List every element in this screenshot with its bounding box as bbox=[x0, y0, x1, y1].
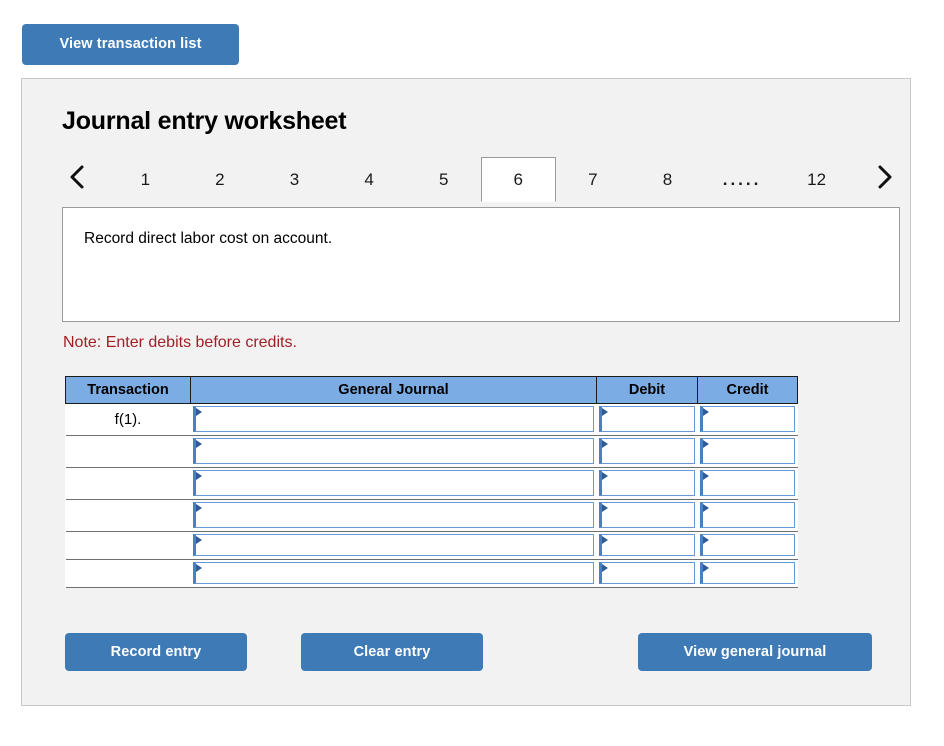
debit-input-cell bbox=[596, 531, 698, 560]
table-row bbox=[65, 531, 798, 560]
cell-wrapper bbox=[698, 560, 798, 587]
general-journal-input-cell bbox=[190, 499, 597, 532]
general-journal-input-cell bbox=[190, 467, 597, 500]
chevron-left-icon[interactable] bbox=[62, 161, 92, 193]
table-row bbox=[65, 559, 798, 588]
cell-wrapper bbox=[698, 532, 798, 559]
transaction-ref-cell bbox=[65, 435, 191, 468]
cell-wrapper bbox=[597, 436, 698, 467]
tab-3[interactable]: 3 bbox=[257, 157, 332, 202]
cell-wrapper bbox=[191, 560, 597, 587]
table-header-row: Transaction General Journal Debit Credit bbox=[65, 376, 798, 404]
debit-input[interactable] bbox=[598, 406, 695, 432]
cell-wrapper bbox=[597, 500, 698, 531]
credit-input-cell bbox=[697, 467, 798, 500]
debit-input-cell bbox=[596, 467, 698, 500]
credit-input[interactable] bbox=[699, 502, 795, 528]
tab-12[interactable]: 12 bbox=[779, 157, 854, 202]
tab-ellipsis: ..... bbox=[722, 170, 762, 189]
debit-input-cell bbox=[596, 403, 698, 436]
cell-wrapper bbox=[597, 468, 698, 499]
general-journal-input-cell bbox=[190, 403, 597, 436]
tab-5[interactable]: 5 bbox=[406, 157, 481, 202]
transaction-description-box: Record direct labor cost on account. bbox=[62, 207, 900, 322]
table-row bbox=[65, 467, 798, 500]
journal-entry-table: Transaction General Journal Debit Credit… bbox=[65, 376, 798, 588]
credit-input[interactable] bbox=[699, 406, 795, 432]
cell-wrapper bbox=[191, 500, 597, 531]
table-row: f(1). bbox=[65, 403, 798, 436]
cell-wrapper bbox=[191, 468, 597, 499]
debit-input-cell bbox=[596, 499, 698, 532]
transaction-description-text: Record direct labor cost on account. bbox=[84, 230, 333, 247]
debit-input-cell bbox=[596, 559, 698, 588]
cell-wrapper bbox=[597, 560, 698, 587]
general-journal-input[interactable] bbox=[192, 562, 594, 584]
cell-wrapper bbox=[191, 532, 597, 559]
clear-entry-button[interactable]: Clear entry bbox=[301, 633, 483, 671]
column-header-general-journal: General Journal bbox=[190, 376, 597, 404]
chevron-right-icon[interactable] bbox=[870, 161, 900, 193]
general-journal-input-cell bbox=[190, 435, 597, 468]
transaction-ref-cell bbox=[65, 467, 191, 500]
credit-input-cell bbox=[697, 531, 798, 560]
tab-2[interactable]: 2 bbox=[183, 157, 258, 202]
tab-8[interactable]: 8 bbox=[630, 157, 705, 202]
table-row bbox=[65, 435, 798, 468]
cell-wrapper bbox=[698, 436, 798, 467]
cell-wrapper bbox=[597, 532, 698, 559]
table-row bbox=[65, 499, 798, 532]
general-journal-input[interactable] bbox=[192, 470, 594, 496]
credit-input-cell bbox=[697, 403, 798, 436]
debit-input-cell bbox=[596, 435, 698, 468]
tab-strip: 1 2 3 4 5 6 7 8..... 12 bbox=[62, 149, 900, 207]
screen: View transaction list Journal entry work… bbox=[0, 0, 944, 746]
view-transaction-list-button[interactable]: View transaction list bbox=[22, 24, 239, 65]
page-title: Journal entry worksheet bbox=[62, 107, 347, 135]
tab-7[interactable]: 7 bbox=[556, 157, 631, 202]
cell-wrapper bbox=[698, 404, 798, 435]
tab-1[interactable]: 1 bbox=[108, 157, 183, 202]
general-journal-input[interactable] bbox=[192, 502, 594, 528]
tab-4[interactable]: 4 bbox=[332, 157, 407, 202]
general-journal-input-cell bbox=[190, 559, 597, 588]
debit-input[interactable] bbox=[598, 562, 695, 584]
debit-input[interactable] bbox=[598, 438, 695, 464]
transaction-ref-cell bbox=[65, 531, 191, 560]
column-header-credit: Credit bbox=[697, 376, 798, 404]
table-body: f(1). bbox=[65, 403, 798, 588]
cell-wrapper bbox=[597, 404, 698, 435]
cell-wrapper bbox=[698, 500, 798, 531]
debit-input[interactable] bbox=[598, 502, 695, 528]
debits-before-credits-note: Note: Enter debits before credits. bbox=[63, 334, 297, 351]
debit-input[interactable] bbox=[598, 534, 695, 556]
credit-input-cell bbox=[697, 499, 798, 532]
tab-6[interactable]: 6 bbox=[480, 157, 556, 202]
view-general-journal-button[interactable]: View general journal bbox=[638, 633, 872, 671]
general-journal-input[interactable] bbox=[192, 438, 594, 464]
credit-input-cell bbox=[697, 559, 798, 588]
general-journal-input[interactable] bbox=[192, 406, 594, 432]
cell-wrapper bbox=[191, 404, 597, 435]
credit-input[interactable] bbox=[699, 470, 795, 496]
journal-entry-panel: Journal entry worksheet 1 2 3 4 5 6 7 8..... 12 … bbox=[21, 78, 911, 706]
transaction-ref-cell: f(1). bbox=[65, 403, 191, 436]
credit-input-cell bbox=[697, 435, 798, 468]
general-journal-input-cell bbox=[190, 531, 597, 560]
transaction-ref-cell bbox=[65, 559, 191, 588]
column-header-transaction: Transaction bbox=[65, 376, 191, 404]
cell-wrapper bbox=[698, 468, 798, 499]
debit-input[interactable] bbox=[598, 470, 695, 496]
column-header-debit: Debit bbox=[596, 376, 698, 404]
credit-input[interactable] bbox=[699, 562, 795, 584]
general-journal-input[interactable] bbox=[192, 534, 594, 556]
record-entry-button[interactable]: Record entry bbox=[65, 633, 247, 671]
cell-wrapper bbox=[191, 436, 597, 467]
credit-input[interactable] bbox=[699, 534, 795, 556]
tab-list: 1 2 3 4 5 6 7 8..... 12 bbox=[108, 149, 854, 202]
transaction-ref-cell bbox=[65, 499, 191, 532]
credit-input[interactable] bbox=[699, 438, 795, 464]
